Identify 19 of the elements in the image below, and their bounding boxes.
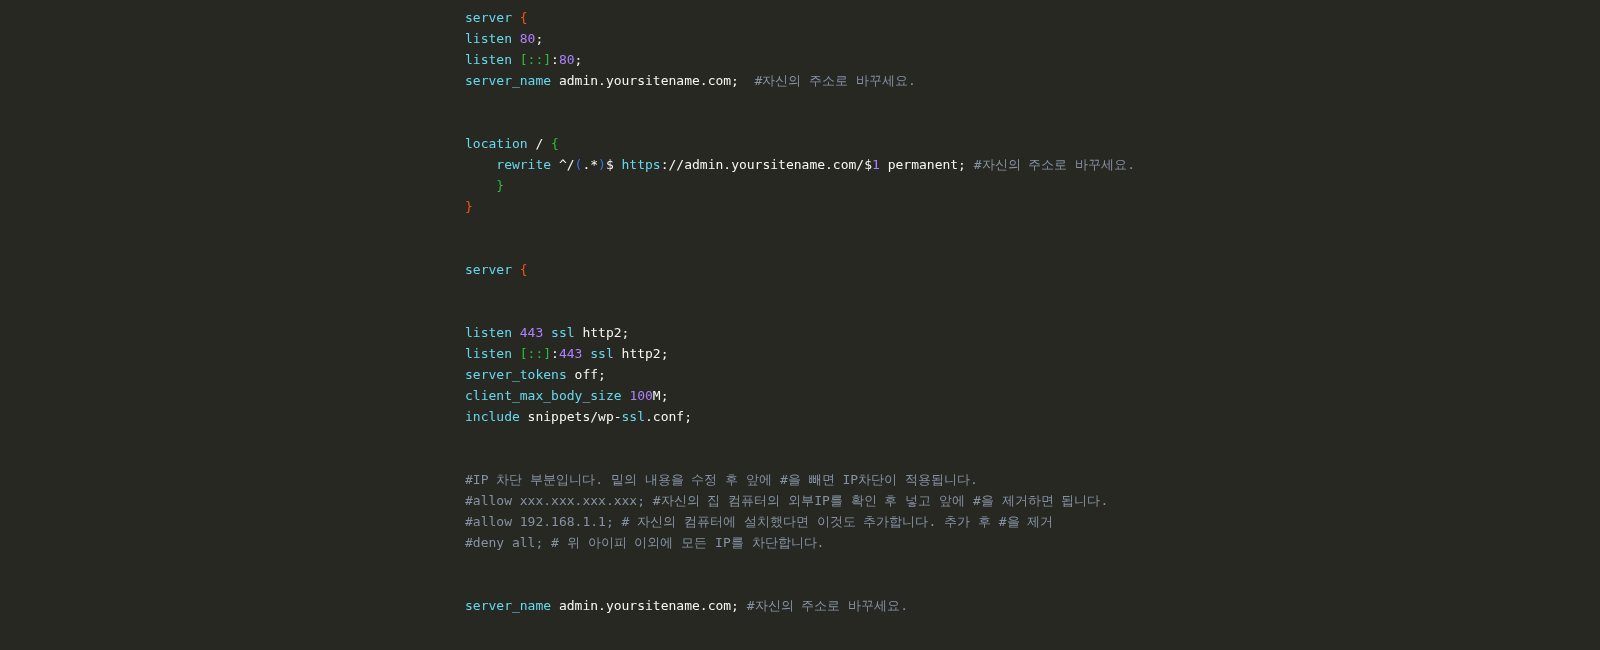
- code-line: server_tokens off;: [465, 366, 606, 384]
- code-line: server_name admin.yoursitename.com; #자신의 주소로 바꾸세요.: [465, 72, 916, 90]
- code-line: #IP 차단 부분입니다. 밑의 내용을 수정 후 앞에 #을 빼면 IP차단이 적용됩니다.: [465, 471, 978, 489]
- code-line: #allow xxx.xxx.xxx.xxx; #자신의 집 컴퓨터의 외부IP를 확인 후 넣고 앞에 #을 제거하면 됩니다.: [465, 492, 1109, 510]
- code-line: }: [495, 177, 505, 195]
- code-line: listen 80;: [465, 30, 544, 48]
- code-line: location / {: [465, 135, 559, 153]
- code-line: listen [::]:80;: [465, 51, 583, 69]
- code-line: server {: [465, 9, 528, 27]
- code-line: #deny all; # 위 아이피 이외에 모든 IP를 차단합니다.: [465, 534, 825, 552]
- code-line: }: [465, 198, 473, 216]
- code-line: server_name admin.yoursitename.com; #자신의 주소로 바꾸세요.: [465, 597, 909, 615]
- code-line: server {: [465, 261, 528, 279]
- code-line: client_max_body_size 100M;: [465, 387, 669, 405]
- code-line: include snippets/wp-ssl.conf;: [465, 408, 692, 426]
- code-line: #allow 192.168.1.1; # 자신의 컴퓨터에 설치했다면 이것도 추가합니다. 추가 후 #을 제거: [465, 513, 1054, 531]
- code-line: rewrite ^/(.*)$ https://admin.yoursitename.com/$1 permanent; #자신의 주소로 바꾸세요.: [495, 156, 1136, 174]
- code-line: listen 443 ssl http2;: [465, 324, 630, 342]
- code-line: listen [::]:443 ssl http2;: [465, 345, 669, 363]
